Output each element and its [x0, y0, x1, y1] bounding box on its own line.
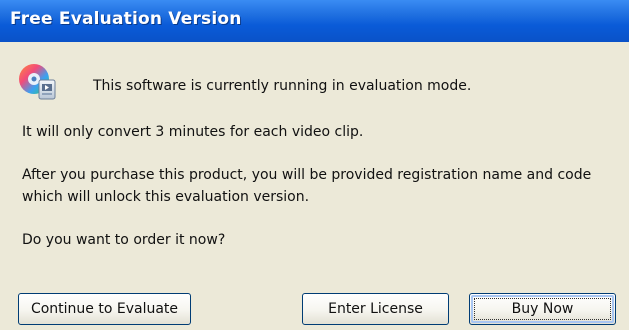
- continue-to-evaluate-button[interactable]: Continue to Evaluate: [18, 293, 191, 325]
- title-bar[interactable]: Free Evaluation Version: [0, 0, 629, 42]
- buy-now-label: Buy Now: [511, 301, 574, 317]
- enter-license-label: Enter License: [328, 301, 423, 317]
- enter-license-button[interactable]: Enter License: [302, 293, 449, 325]
- order-question-text: Do you want to order it now?: [22, 232, 226, 248]
- continue-to-evaluate-label: Continue to Evaluate: [30, 301, 179, 317]
- buy-now-button[interactable]: Buy Now: [469, 293, 616, 325]
- purchase-info-line-1: After you purchase this product, you wil…: [22, 167, 592, 183]
- video-converter-app-icon: [17, 60, 61, 102]
- purchase-info-line-2: which will unlock this evaluation versio…: [22, 189, 310, 205]
- evaluation-dialog: Free Evaluation Version This software is…: [0, 0, 629, 330]
- evaluation-mode-text: This software is currently running in ev…: [93, 78, 472, 94]
- conversion-limit-text: It will only convert 3 minutes for each …: [22, 124, 364, 140]
- window-title: Free Evaluation Version: [10, 9, 242, 29]
